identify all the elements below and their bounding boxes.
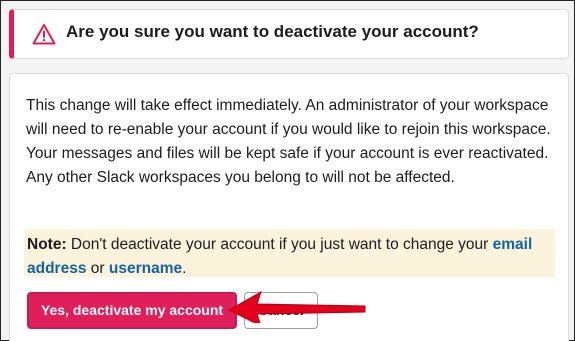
page-title: Are you sure you want to deactivate your… (66, 22, 479, 41)
deactivation-panel: This change will take effect immediately… (9, 73, 569, 341)
note-label: Note: (27, 236, 67, 253)
warning-triangle-icon (32, 24, 56, 45)
cancel-button[interactable]: Cancel (244, 292, 318, 329)
note-text-before: Don't deactivate your account if you jus… (66, 236, 493, 253)
note-box: Note: Don't deactivate your account if y… (24, 229, 555, 277)
confirmation-header: Are you sure you want to deactivate your… (9, 9, 569, 59)
username-link[interactable]: username (109, 260, 182, 277)
note-text-middle: or (86, 260, 109, 277)
note-text-after: . (182, 260, 187, 277)
dialog-frame: Are you sure you want to deactivate your… (0, 0, 575, 341)
deactivate-button[interactable]: Yes, deactivate my account (27, 292, 237, 329)
deactivation-message: This change will take effect immediately… (26, 97, 551, 186)
